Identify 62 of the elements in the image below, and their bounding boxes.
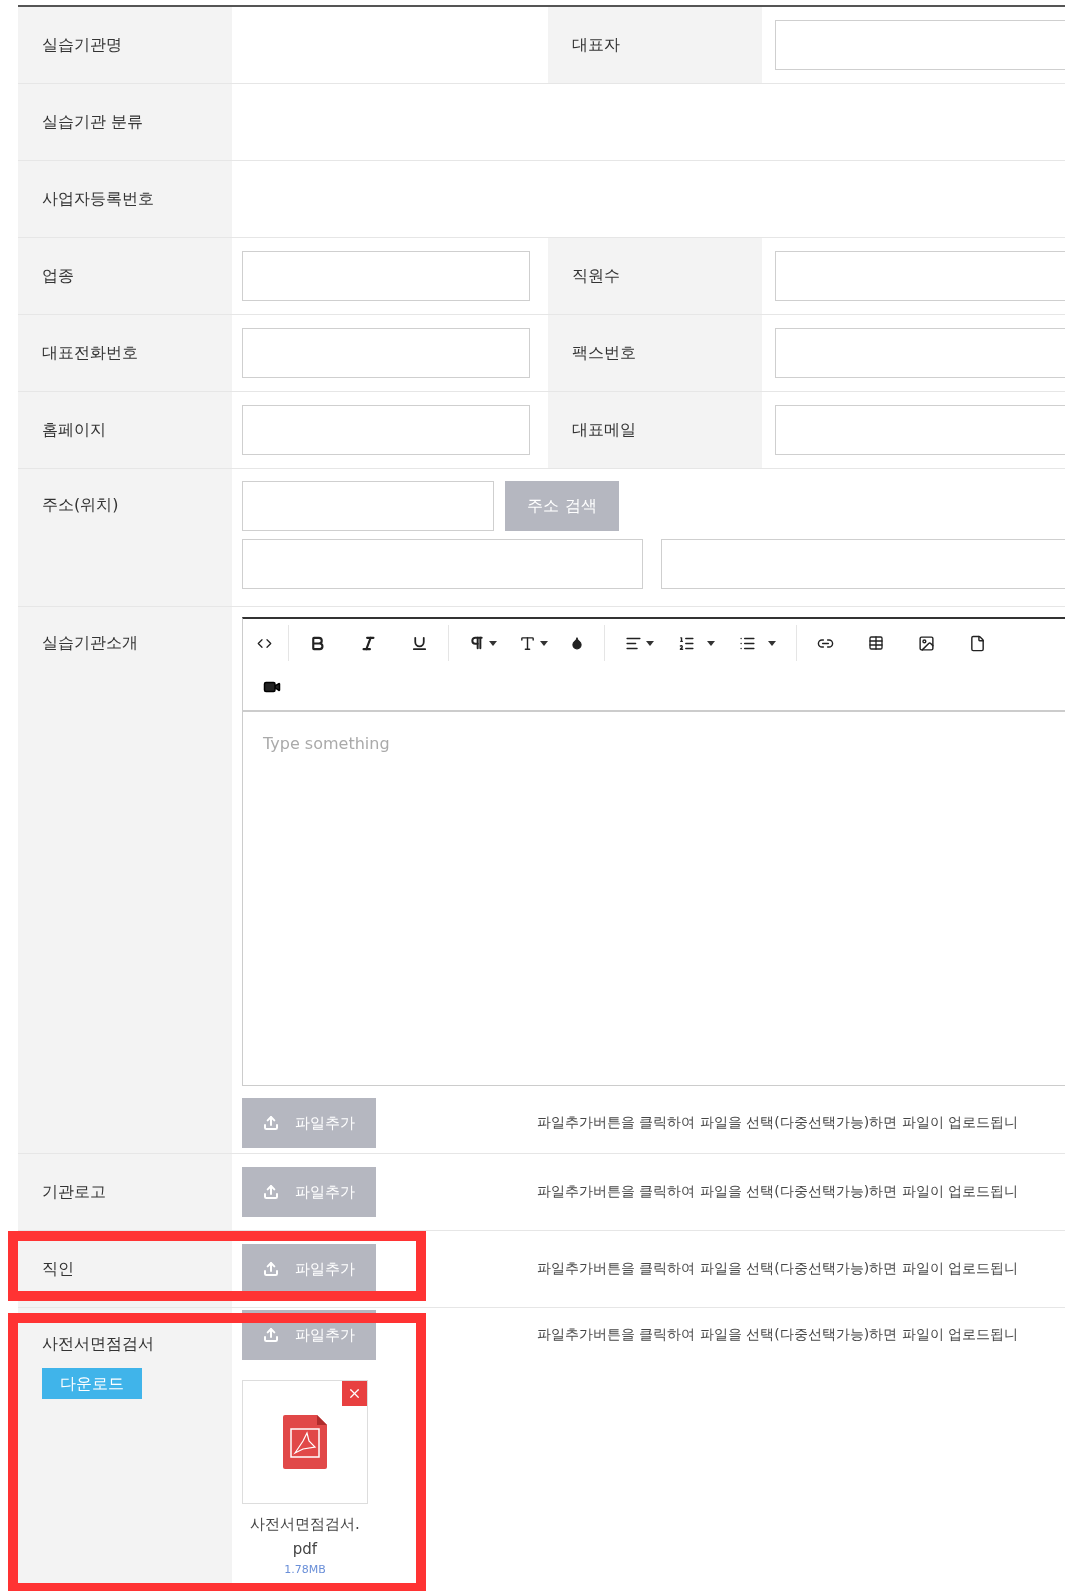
input-field[interactable] [775, 405, 1065, 455]
field-label: 실습기관 분류 [42, 111, 145, 133]
image-icon[interactable] [918, 634, 935, 652]
field-label: 업종 [42, 265, 75, 287]
editor-text-area[interactable]: Type something [242, 712, 1065, 1086]
add-file-button[interactable]: 파일추가 [242, 1098, 376, 1148]
input-field[interactable] [242, 328, 530, 378]
upload-icon [263, 1261, 279, 1277]
underline-icon[interactable] [411, 634, 428, 652]
field-label: 직원수 [572, 265, 620, 287]
field-label: 실습기관명 [42, 34, 123, 56]
droplet-icon[interactable] [570, 636, 584, 650]
caret-icon [707, 640, 715, 646]
field-label: 사업자등록번호 [42, 188, 155, 210]
upload-icon [263, 1115, 279, 1131]
upload-hint: 파일추가버튼을 클릭하여 파일을 선택(다중선택가능)하면 파일이 업로드됩니 [537, 1182, 1019, 1201]
upload-hint: 파일추가버튼을 클릭하여 파일을 선택(다중선택가능)하면 파일이 업로드됩니 [537, 1325, 1019, 1344]
text-size-icon [519, 634, 536, 652]
input-field[interactable] [775, 251, 1065, 301]
caret-icon [646, 640, 654, 646]
field-label: 실습기관소개 [42, 632, 139, 654]
input-field[interactable] [242, 481, 494, 531]
download-button[interactable]: 다운로드 [42, 1368, 142, 1399]
field-label: 직인 [42, 1258, 75, 1280]
table-icon[interactable] [868, 635, 884, 651]
field-label: 기관로고 [42, 1181, 107, 1203]
pdf-file-icon [283, 1415, 327, 1469]
file-name: 사전서면점검서.pdf [249, 1514, 361, 1560]
numbered-list-icon [678, 634, 695, 652]
field-label: 팩스번호 [572, 342, 636, 364]
caret-icon [540, 640, 548, 646]
caret-icon [489, 640, 497, 646]
input-field[interactable] [242, 405, 530, 455]
italic-icon[interactable] [360, 634, 377, 652]
upload-icon [263, 1327, 279, 1343]
add-file-button[interactable]: 파일추가 [242, 1244, 376, 1294]
field-label: 사전서면점검서 [42, 1333, 155, 1355]
field-label: 대표자 [572, 34, 620, 56]
field-label: 홈페이지 [42, 419, 107, 441]
numbered-list-dropdown[interactable] [678, 634, 715, 652]
caret-icon [768, 640, 776, 646]
field-label: 대표전화번호 [42, 342, 139, 364]
paragraph-dropdown[interactable] [469, 635, 497, 651]
upload-icon [263, 1184, 279, 1200]
upload-hint: 파일추가버튼을 클릭하여 파일을 선택(다중선택가능)하면 파일이 업로드됩니 [537, 1113, 1019, 1132]
input-field[interactable] [775, 20, 1065, 70]
input-field[interactable] [661, 539, 1065, 589]
upload-hint: 파일추가버튼을 클릭하여 파일을 선택(다중선택가능)하면 파일이 업로드됩니 [537, 1259, 1019, 1278]
address-search-button[interactable]: 주소 검색 [505, 481, 619, 531]
input-field[interactable] [242, 539, 643, 589]
input-field[interactable] [242, 251, 530, 301]
file-size: 1.78MB [284, 1562, 326, 1578]
pilcrow-icon [469, 635, 485, 651]
bold-icon[interactable] [309, 634, 326, 652]
field-label: 대표메일 [572, 419, 636, 441]
input-field[interactable] [775, 328, 1065, 378]
field-label: 주소(위치) [42, 494, 120, 516]
close-icon [347, 1386, 362, 1401]
remove-file-button[interactable] [342, 1381, 367, 1406]
add-file-button[interactable]: 파일추가 [242, 1167, 376, 1217]
font-size-dropdown[interactable] [519, 634, 548, 652]
file-icon[interactable] [969, 634, 986, 652]
